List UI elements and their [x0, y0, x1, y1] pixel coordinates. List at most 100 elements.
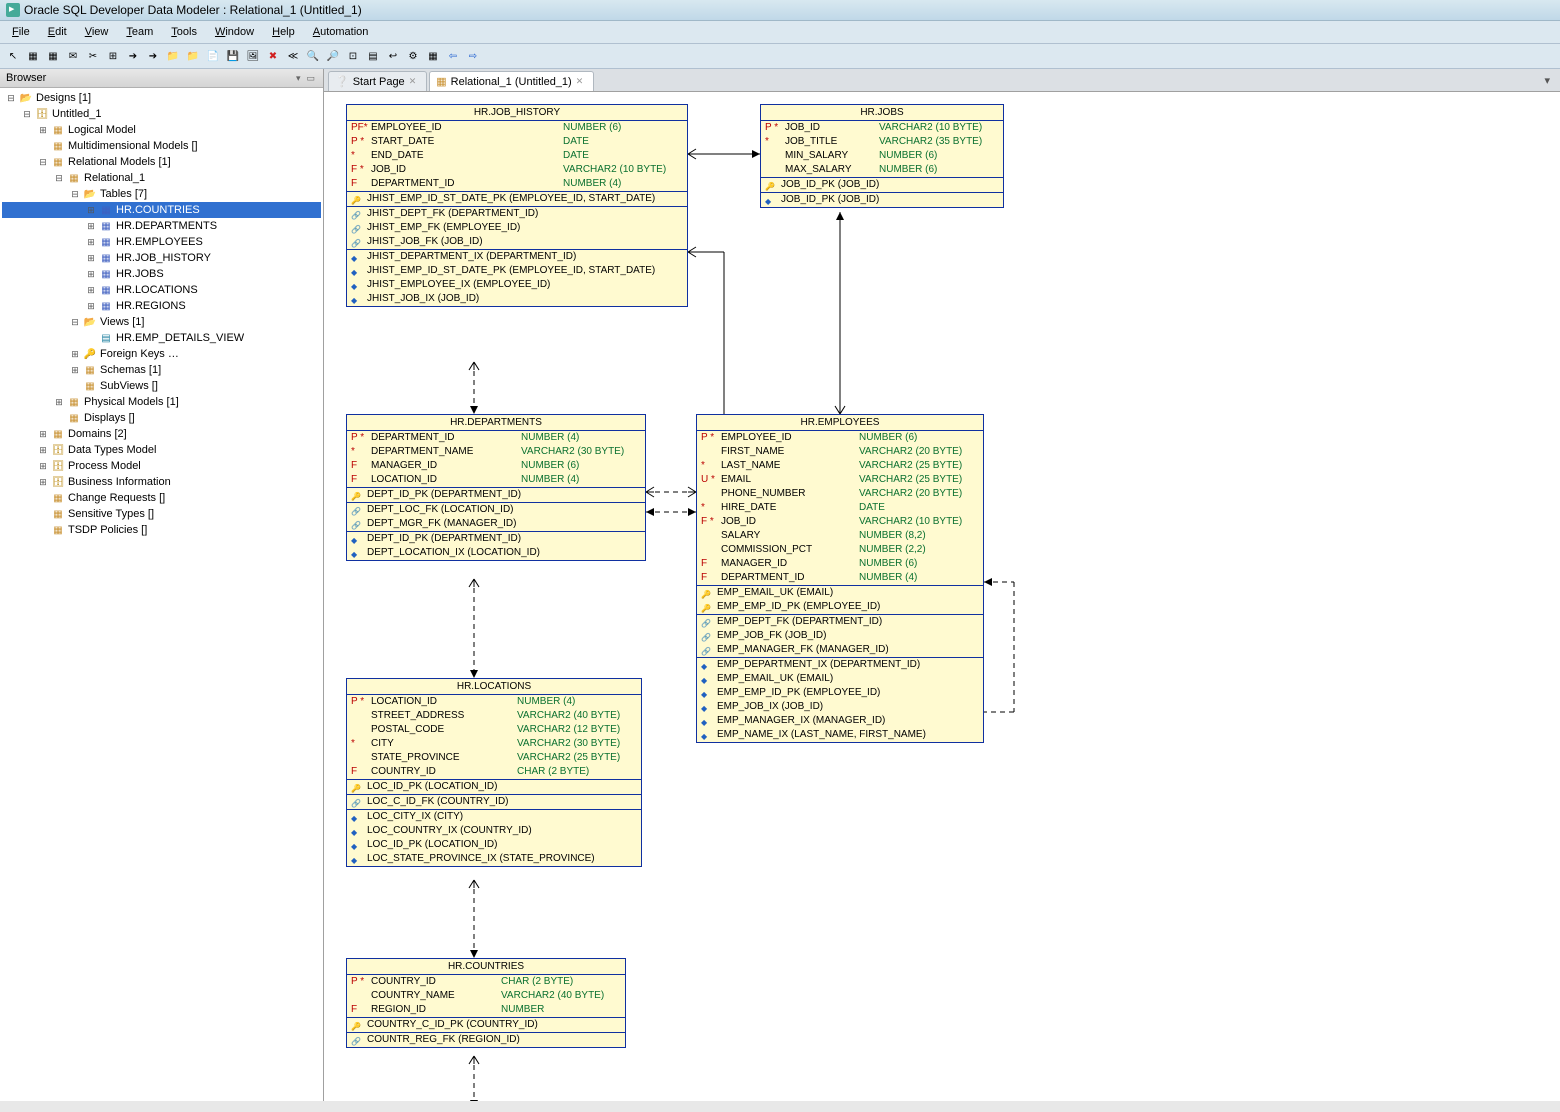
- panel-close-icon[interactable]: ▭: [304, 73, 317, 84]
- erd-table[interactable]: HR.DEPARTMENTSP *DEPARTMENT_IDNUMBER (4)…: [346, 414, 646, 561]
- fit-icon[interactable]: ⊡: [344, 47, 362, 65]
- layout-icon[interactable]: ▤: [364, 47, 382, 65]
- gear-icon[interactable]: ⚙: [404, 47, 422, 65]
- erd-key[interactable]: 🔗COUNTR_REG_FK (REGION_ID): [347, 1033, 625, 1047]
- erd-column[interactable]: FMANAGER_IDNUMBER (6): [347, 459, 645, 473]
- tree-node[interactable]: ⊟📂Designs [1]: [2, 90, 321, 106]
- tree-node[interactable]: ⊞▦HR.LOCATIONS: [2, 282, 321, 298]
- tab[interactable]: ▦Relational_1 (Untitled_1)✕: [429, 71, 594, 91]
- tree-node[interactable]: ⊟▦Relational_1: [2, 170, 321, 186]
- erd-table[interactable]: HR.COUNTRIESP *COUNTRY_IDCHAR (2 BYTE)CO…: [346, 958, 626, 1048]
- erd-column[interactable]: P *JOB_IDVARCHAR2 (10 BYTE): [761, 121, 1003, 135]
- erd-key[interactable]: 🔗JHIST_JOB_FK (JOB_ID): [347, 235, 687, 249]
- tree-toggle-icon[interactable]: ⊟: [70, 317, 80, 328]
- erd-key[interactable]: 🔑EMP_EMAIL_UK (EMAIL): [697, 586, 983, 600]
- menu-view[interactable]: View: [77, 23, 117, 41]
- erd-key[interactable]: ◆EMP_DEPARTMENT_IX (DEPARTMENT_ID): [697, 658, 983, 672]
- erd-key[interactable]: ◆JHIST_JOB_IX (JOB_ID): [347, 292, 687, 306]
- tree-toggle-icon[interactable]: ⊞: [70, 349, 80, 360]
- tree-toggle-icon[interactable]: ⊞: [38, 125, 48, 136]
- erd-column[interactable]: POSTAL_CODEVARCHAR2 (12 BYTE): [347, 723, 641, 737]
- erd-column[interactable]: MAX_SALARYNUMBER (6): [761, 163, 1003, 177]
- tree-node[interactable]: ⊞▦Physical Models [1]: [2, 394, 321, 410]
- tree-node[interactable]: ▦TSDP Policies []: [2, 522, 321, 538]
- erd-column[interactable]: FDEPARTMENT_IDNUMBER (4): [347, 177, 687, 191]
- browser-tree[interactable]: ⊟📂Designs [1]⊟🗄Untitled_1⊞▦Logical Model…: [0, 88, 323, 1101]
- erd-column[interactable]: *CITYVARCHAR2 (30 BYTE): [347, 737, 641, 751]
- erd-key[interactable]: ◆EMP_NAME_IX (LAST_NAME, FIRST_NAME): [697, 728, 983, 742]
- arrow-r-icon[interactable]: ➔: [124, 47, 142, 65]
- erd-key[interactable]: ◆DEPT_ID_PK (DEPARTMENT_ID): [347, 532, 645, 546]
- erd-key[interactable]: ◆EMP_MANAGER_IX (MANAGER_ID): [697, 714, 983, 728]
- tree-node[interactable]: ▦Sensitive Types []: [2, 506, 321, 522]
- tree-toggle-icon[interactable]: ⊞: [86, 253, 96, 264]
- tree-toggle-icon[interactable]: ⊞: [54, 397, 64, 408]
- chev-l-icon[interactable]: ≪: [284, 47, 302, 65]
- erd-column[interactable]: U *EMAILVARCHAR2 (25 BYTE): [697, 473, 983, 487]
- erd-key[interactable]: 🔑JHIST_EMP_ID_ST_DATE_PK (EMPLOYEE_ID, S…: [347, 192, 687, 206]
- erd-column[interactable]: P *EMPLOYEE_IDNUMBER (6): [697, 431, 983, 445]
- erd-key[interactable]: ◆JOB_ID_PK (JOB_ID): [761, 193, 1003, 207]
- tree-node[interactable]: ▤HR.EMP_DETAILS_VIEW: [2, 330, 321, 346]
- erd-key[interactable]: ◆EMP_JOB_IX (JOB_ID): [697, 700, 983, 714]
- close-icon[interactable]: ✕: [409, 76, 417, 87]
- arrow-r2-icon[interactable]: ➔: [144, 47, 162, 65]
- tree-toggle-icon[interactable]: ⊞: [86, 301, 96, 312]
- erd-column[interactable]: STATE_PROVINCEVARCHAR2 (25 BYTE): [347, 751, 641, 765]
- erd-key[interactable]: 🔗EMP_DEPT_FK (DEPARTMENT_ID): [697, 615, 983, 629]
- tree-toggle-icon[interactable]: ⊞: [86, 237, 96, 248]
- zoom-in-icon[interactable]: 🔍: [304, 47, 322, 65]
- tree-node[interactable]: ⊞▦HR.DEPARTMENTS: [2, 218, 321, 234]
- tree-node[interactable]: ⊞▦HR.COUNTRIES: [2, 202, 321, 218]
- tree-toggle-icon[interactable]: ⊞: [86, 221, 96, 232]
- tree-node[interactable]: ⊟📂Tables [7]: [2, 186, 321, 202]
- tree-node[interactable]: ⊞▦Schemas [1]: [2, 362, 321, 378]
- grid2-icon[interactable]: ▦: [44, 47, 62, 65]
- folder-icon[interactable]: 📁: [164, 47, 182, 65]
- close-icon[interactable]: ✕: [576, 76, 584, 87]
- erd-column[interactable]: *JOB_TITLEVARCHAR2 (35 BYTE): [761, 135, 1003, 149]
- erd-key[interactable]: ◆EMP_EMAIL_UK (EMAIL): [697, 672, 983, 686]
- erd-key[interactable]: 🔗JHIST_EMP_FK (EMPLOYEE_ID): [347, 221, 687, 235]
- tree-node[interactable]: ⊞🗄Process Model: [2, 458, 321, 474]
- erd-column[interactable]: P *DEPARTMENT_IDNUMBER (4): [347, 431, 645, 445]
- arrow-fwd-icon[interactable]: ⇨: [464, 47, 482, 65]
- tree-node[interactable]: ⊞🗄Data Types Model: [2, 442, 321, 458]
- tree-node[interactable]: ⊞▦Logical Model: [2, 122, 321, 138]
- erd-key[interactable]: ◆LOC_CITY_IX (CITY): [347, 810, 641, 824]
- erd-table[interactable]: HR.EMPLOYEESP *EMPLOYEE_IDNUMBER (6)FIRS…: [696, 414, 984, 743]
- erd-column[interactable]: MIN_SALARYNUMBER (6): [761, 149, 1003, 163]
- tree-node[interactable]: ▦Displays []: [2, 410, 321, 426]
- img-icon[interactable]: 🖼: [244, 47, 262, 65]
- tree-node[interactable]: ⊟🗄Untitled_1: [2, 106, 321, 122]
- erd-table[interactable]: HR.LOCATIONSP *LOCATION_IDNUMBER (4)STRE…: [346, 678, 642, 867]
- diagram-canvas[interactable]: HR.JOB_HISTORYPF*EMPLOYEE_IDNUMBER (6)P …: [324, 92, 1560, 1101]
- erd-key[interactable]: ◆LOC_COUNTRY_IX (COUNTRY_ID): [347, 824, 641, 838]
- folder2-icon[interactable]: 📁: [184, 47, 202, 65]
- zoom-out-icon[interactable]: 🔎: [324, 47, 342, 65]
- erd-column[interactable]: FIRST_NAMEVARCHAR2 (20 BYTE): [697, 445, 983, 459]
- panel-minimize-icon[interactable]: ▾: [294, 73, 303, 84]
- tab-dropdown-icon[interactable]: ▾: [1538, 71, 1556, 91]
- tree-toggle-icon[interactable]: ⊞: [70, 365, 80, 376]
- x-red-icon[interactable]: ✖: [264, 47, 282, 65]
- erd-key[interactable]: 🔑COUNTRY_C_ID_PK (COUNTRY_ID): [347, 1018, 625, 1032]
- erd-key[interactable]: ◆EMP_EMP_ID_PK (EMPLOYEE_ID): [697, 686, 983, 700]
- tree-toggle-icon[interactable]: ⊟: [54, 173, 64, 184]
- erd-column[interactable]: F *JOB_IDVARCHAR2 (10 BYTE): [697, 515, 983, 529]
- tree-node[interactable]: ⊞▦HR.JOBS: [2, 266, 321, 282]
- menu-tools[interactable]: Tools: [163, 23, 205, 41]
- erd-column[interactable]: PF*EMPLOYEE_IDNUMBER (6): [347, 121, 687, 135]
- tree-toggle-icon[interactable]: ⊞: [38, 461, 48, 472]
- tree-node[interactable]: ⊞▦Domains [2]: [2, 426, 321, 442]
- grid3-icon[interactable]: ▦: [424, 47, 442, 65]
- erd-column[interactable]: *HIRE_DATEDATE: [697, 501, 983, 515]
- cut-icon[interactable]: ✂: [84, 47, 102, 65]
- wrap-icon[interactable]: ↩: [384, 47, 402, 65]
- tree-toggle-icon[interactable]: ⊞: [86, 205, 96, 216]
- erd-column[interactable]: FREGION_IDNUMBER: [347, 1003, 625, 1017]
- erd-column[interactable]: STREET_ADDRESSVARCHAR2 (40 BYTE): [347, 709, 641, 723]
- arrow-back-icon[interactable]: ⇦: [444, 47, 462, 65]
- erd-table[interactable]: HR.JOB_HISTORYPF*EMPLOYEE_IDNUMBER (6)P …: [346, 104, 688, 307]
- tree-node[interactable]: ▦SubViews []: [2, 378, 321, 394]
